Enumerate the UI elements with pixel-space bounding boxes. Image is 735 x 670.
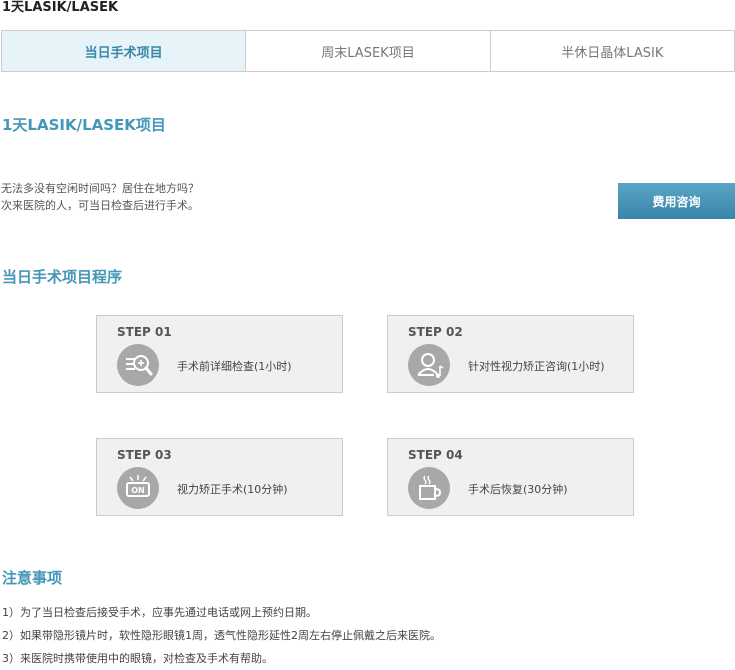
step-02-box: STEP 02 针对性视力矫正咨询(1小时) — [387, 315, 634, 393]
step-label: STEP 02 — [408, 325, 463, 339]
list-item: 1）为了当日检查后接受手术，应事先通过电话或网上预约日期。 — [2, 606, 317, 619]
svg-text:ON: ON — [131, 486, 145, 495]
step-03-box: STEP 03 ON 视力矫正手术(10分钟) — [96, 438, 343, 516]
step-text: 手术前详细检查(1小时) — [177, 360, 292, 373]
step-text: 手术后恢复(30分钟) — [468, 483, 568, 496]
coffee-cup-icon — [408, 467, 450, 509]
magnifier-icon — [117, 344, 159, 386]
step-label: STEP 04 — [408, 448, 463, 462]
step-text: 针对性视力矫正咨询(1小时) — [468, 360, 605, 373]
page-title: 1天LASIK/LASEK — [2, 0, 119, 15]
step-text: 视力矫正手术(10分钟) — [177, 483, 288, 496]
tab-half-day-icl-lasik[interactable]: 半休日晶体LASIK — [490, 31, 734, 71]
list-item: 2）如果带隐形镜片时，软性隐形眼镜1周，透气性隐形延性2周左右停止佩戴之后来医院… — [2, 629, 441, 642]
step-01-box: STEP 01 手术前详细检查(1小时) — [96, 315, 343, 393]
step-label: STEP 01 — [117, 325, 172, 339]
notes-list: 1）为了当日检查后接受手术，应事先通过电话或网上预约日期。 2）如果带隐形镜片时… — [2, 601, 441, 670]
tab-same-day-surgery[interactable]: 当日手术项目 — [2, 31, 247, 71]
intro-text: 无法多没有空闲时间吗？居住在地方吗？ 次来医院的人，可当日检查后进行手术。 — [1, 180, 199, 214]
consult-person-icon — [408, 344, 450, 386]
step-label: STEP 03 — [117, 448, 172, 462]
tab-bar: 当日手术项目 周末LASEK项目 半休日晶体LASIK — [1, 30, 735, 72]
consult-fee-button[interactable]: 费用咨询 — [618, 183, 735, 219]
tab-weekend-lasek[interactable]: 周末LASEK项目 — [246, 31, 491, 71]
intro-line: 无法多没有空闲时间吗？居住在地方吗？ — [1, 182, 199, 195]
step-04-box: STEP 04 手术后恢复(30分钟) — [387, 438, 634, 516]
list-item: 3）来医院时携带使用中的眼镜，对检查及手术有帮助。 — [2, 652, 273, 665]
intro-line: 次来医院的人，可当日检查后进行手术。 — [1, 199, 199, 212]
program-title: 1天LASIK/LASEK项目 — [2, 116, 166, 134]
procedure-title: 当日手术项目程序 — [2, 268, 123, 286]
laser-on-icon: ON — [117, 467, 159, 509]
notes-title: 注意事项 — [2, 569, 63, 587]
